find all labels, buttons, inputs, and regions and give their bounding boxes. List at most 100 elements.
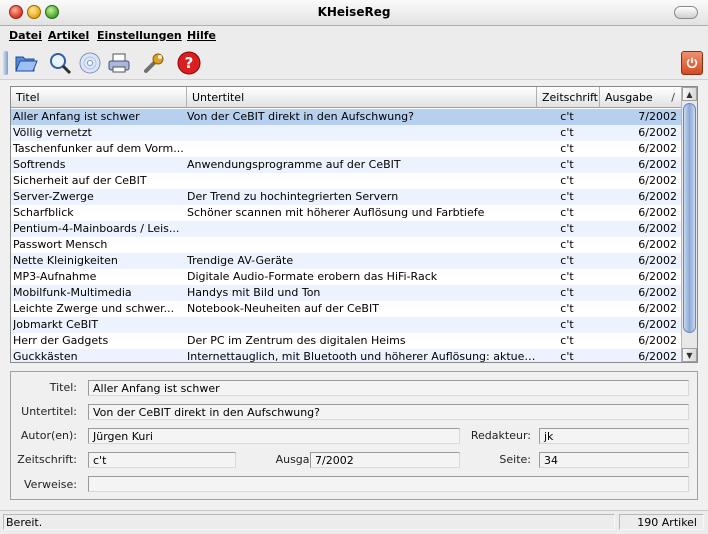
svg-text:?: ? (185, 54, 194, 72)
cd-rom-button[interactable] (77, 50, 103, 76)
cell-title: Pentium-4-Mainboards / Leis... (13, 222, 180, 235)
magazine-field[interactable]: c't (88, 452, 236, 468)
column-header-zeitschrift[interactable]: Zeitschrift (537, 87, 600, 108)
table-row[interactable]: Herr der Gadgets Der PC im Zentrum des di… (11, 333, 681, 349)
table-row[interactable]: Sicherheit auf der CeBIT c't 6/2002 (11, 173, 681, 189)
cell-subtitle: Der PC im Zentrum des digitalen Heims (187, 334, 406, 347)
printer-icon (108, 53, 130, 73)
page-field[interactable]: 34 (539, 452, 689, 468)
status-bar: Bereit. 190 Artikel (0, 510, 708, 534)
cell-title: Leichte Zwerge und schwer... (13, 302, 175, 315)
menu-datei[interactable]: Datei (9, 29, 42, 42)
cell-magazine: c't (560, 254, 574, 267)
open-button[interactable] (13, 50, 39, 76)
column-header-titel[interactable]: Titel (11, 87, 187, 108)
cell-issue: 6/2002 (638, 126, 677, 139)
cell-title: Sicherheit auf der CeBIT (13, 174, 147, 187)
table-row[interactable]: Leichte Zwerge und schwer... Notebook-Neu… (11, 301, 681, 317)
cell-issue: 6/2002 (638, 190, 677, 203)
table-row[interactable]: Server-Zwerge Der Trend zu hochintegriert… (11, 189, 681, 205)
toolbar-handle[interactable] (3, 51, 8, 75)
cell-subtitle: Anwendungsprogramme auf der CeBIT (187, 158, 401, 171)
toolbar: ? (0, 46, 708, 80)
scroll-up-arrow[interactable]: ▲ (682, 87, 697, 101)
cell-issue: 6/2002 (638, 238, 677, 251)
cell-subtitle: Von der CeBIT direkt in den Aufschwung? (187, 110, 414, 123)
cell-title: Nette Kleinigkeiten (13, 254, 118, 267)
refs-label: Verweise: (24, 478, 77, 491)
subtitle-field[interactable]: Von der CeBIT direkt in den Aufschwung? (88, 404, 689, 420)
title-label: Titel: (49, 381, 77, 394)
table-row[interactable]: Jobmarkt CeBIT c't 6/2002 (11, 317, 681, 333)
help-icon: ? (177, 51, 201, 75)
table-row[interactable]: Nette Kleinigkeiten Trendige AV-Geräte c't… (11, 253, 681, 269)
table-row[interactable]: Taschenfunker auf dem Vorm... c't 6/2002 (11, 141, 681, 157)
settings-button[interactable] (141, 50, 167, 76)
title-field[interactable]: Aller Anfang ist schwer (88, 380, 689, 396)
table-row[interactable]: Scharfblick Schöner scannen mit höherer A… (11, 205, 681, 221)
cell-title: MP3-Aufnahme (13, 270, 97, 283)
cell-subtitle: Notebook-Neuheiten auf der CeBIT (187, 302, 379, 315)
table-row[interactable]: Aller Anfang ist schwer Von der CeBIT dir… (11, 109, 681, 125)
details-panel: Titel: Aller Anfang ist schwer Untertite… (10, 371, 698, 500)
search-magnifier-icon (50, 53, 72, 75)
table-row[interactable]: Passwort Mensch c't 6/2002 (11, 237, 681, 253)
menu-artikel[interactable]: Artikel (48, 29, 89, 42)
table-row[interactable]: Guckkästen Internettauglich, mit Bluetoot… (11, 349, 681, 362)
cell-title: Server-Zwerge (13, 190, 94, 203)
cell-magazine: c't (560, 158, 574, 171)
column-header-ausgabe[interactable]: Ausgabe / (600, 87, 681, 108)
cell-magazine: c't (560, 174, 574, 187)
help-button[interactable]: ? (176, 50, 202, 76)
sort-indicator: / (671, 91, 675, 104)
table-row[interactable]: Softrends Anwendungsprogramme auf der CeB… (11, 157, 681, 173)
article-list[interactable]: Titel Untertitel Zeitschrift Ausgabe / A… (10, 86, 698, 363)
table-row[interactable]: Mobilfunk-Multimedia Handys mit Bild und … (11, 285, 681, 301)
author-field[interactable]: Jürgen Kuri (88, 428, 460, 444)
cell-title: Softrends (13, 158, 66, 171)
column-header-label: Untertitel (192, 91, 245, 104)
issue-field[interactable]: 7/2002 (310, 452, 460, 468)
scroll-down-arrow[interactable]: ▼ (682, 348, 697, 362)
window-title: KHeiseReg (317, 5, 391, 19)
cell-issue: 6/2002 (638, 158, 677, 171)
cell-issue: 6/2002 (638, 302, 677, 315)
cell-magazine: c't (560, 302, 574, 315)
column-header-untertitel[interactable]: Untertitel (187, 87, 537, 108)
cell-title: Völlig vernetzt (13, 126, 92, 139)
search-button[interactable] (47, 50, 73, 76)
wrench-settings-icon (144, 53, 164, 73)
table-row[interactable]: Pentium-4-Mainboards / Leis... c't 6/2002 (11, 221, 681, 237)
cell-issue: 6/2002 (638, 142, 677, 155)
cell-magazine: c't (560, 126, 574, 139)
menu-einstellungen[interactable]: Einstellungen (97, 29, 182, 42)
cell-magazine: c't (560, 190, 574, 203)
list-rows: Aller Anfang ist schwer Von der CeBIT dir… (11, 109, 681, 362)
column-header-label: Zeitschrift (542, 91, 598, 104)
page-label: Seite: (499, 453, 531, 466)
cell-title: Scharfblick (13, 206, 74, 219)
print-button[interactable] (106, 50, 132, 76)
cell-magazine: c't (560, 222, 574, 235)
cell-subtitle: Handys mit Bild und Ton (187, 286, 321, 299)
cell-issue: 6/2002 (638, 222, 677, 235)
article-count: 190 Artikel (619, 514, 704, 530)
cell-title: Mobilfunk-Multimedia (13, 286, 132, 299)
list-header: Titel Untertitel Zeitschrift Ausgabe / (11, 87, 681, 108)
editor-field[interactable]: jk (539, 428, 689, 444)
column-header-label: Ausgabe (605, 91, 653, 104)
cell-subtitle: Trendige AV-Geräte (187, 254, 294, 267)
cell-issue: 6/2002 (638, 318, 677, 331)
cell-magazine: c't (560, 238, 574, 251)
refs-field[interactable] (88, 476, 689, 492)
cell-title: Taschenfunker auf dem Vorm... (13, 142, 183, 155)
table-row[interactable]: MP3-Aufnahme Digitale Audio-Formate erobe… (11, 269, 681, 285)
scroll-thumb[interactable] (683, 103, 696, 333)
toolbar-toggle-button[interactable] (674, 6, 698, 19)
list-scrollbar[interactable]: ▲ ▼ (681, 87, 697, 362)
menu-hilfe[interactable]: Hilfe (187, 29, 216, 42)
cell-magazine: c't (560, 110, 574, 123)
quit-button[interactable] (681, 51, 703, 75)
cell-title: Aller Anfang ist schwer (13, 110, 140, 123)
table-row[interactable]: Völlig vernetzt c't 6/2002 (11, 125, 681, 141)
